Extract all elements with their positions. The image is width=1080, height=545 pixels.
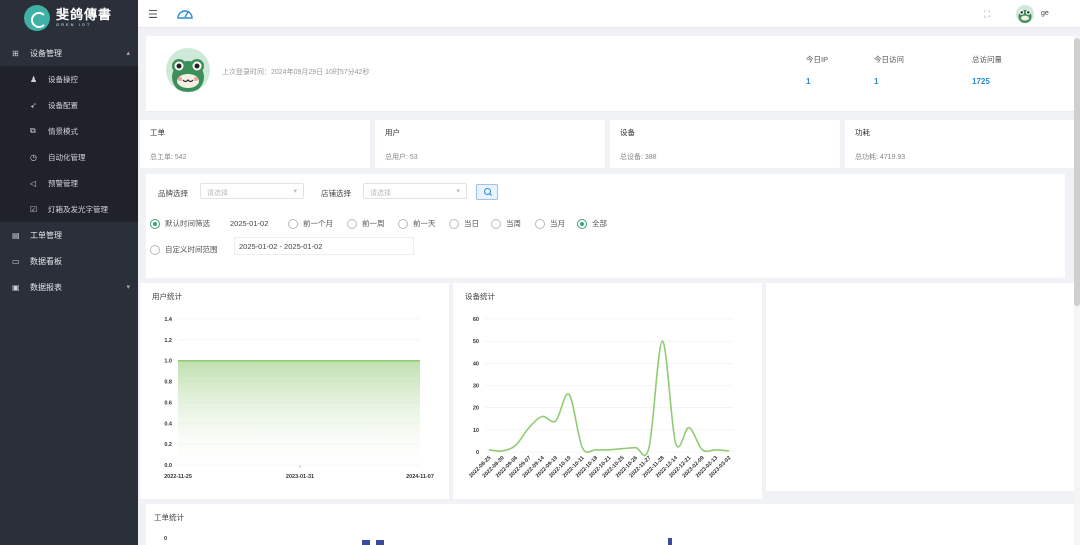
x-tick-label: 2024-11-07 xyxy=(406,474,434,480)
y-tick-label: 0 xyxy=(164,536,168,542)
chevron-down-icon: ▾ xyxy=(126,284,130,291)
y-tick-label: 40 xyxy=(473,361,479,367)
grid-icon: ⊞ xyxy=(12,48,19,58)
radio-this-week[interactable]: 当周 xyxy=(491,218,521,229)
y-tick-label: 0 xyxy=(476,450,479,456)
checkbox-icon: ☑ xyxy=(30,204,38,214)
sidebar-item-lightbox[interactable]: ☑ 灯箱及发光字管理 xyxy=(0,196,138,222)
y-tick-label: 0.8 xyxy=(164,380,172,386)
chart-title: 工单统计 xyxy=(154,513,184,522)
bar xyxy=(668,538,672,545)
sidebar-group-dashboard[interactable]: ▭ 数据看板 xyxy=(0,248,138,274)
radio-all[interactable]: 全部 xyxy=(577,218,607,229)
speaker-icon: ◁ xyxy=(30,178,37,188)
x-tick-label: 2023-01-31 xyxy=(286,474,314,480)
empty-chart-panel xyxy=(766,283,1074,491)
stat-today-visits: 今日访问 1 xyxy=(874,55,904,86)
top-navbar: ☰ ⛶ ge xyxy=(138,0,1080,28)
radio-last-day[interactable]: 前一天 xyxy=(398,218,436,229)
bell-icon: ♟ xyxy=(30,74,38,84)
sidebar-item-automation[interactable]: ◷ 自动化管理 xyxy=(0,144,138,170)
last-login-text: 上次登录时间：2024年09月29日 10时57分42秒 xyxy=(222,69,370,76)
series-area xyxy=(178,360,420,465)
y-tick-label: 0.6 xyxy=(164,400,172,406)
page-scrollbar[interactable] xyxy=(1074,36,1080,545)
chevron-up-icon: ▴ xyxy=(126,50,130,57)
y-tick-label: 20 xyxy=(473,406,479,412)
radio-last-week[interactable]: 前一周 xyxy=(347,218,385,229)
copy-icon: ⧉ xyxy=(30,126,36,135)
radio-dot xyxy=(150,244,160,255)
brand-logo[interactable]: 斐鸽傳書 GREN IOT xyxy=(0,0,138,36)
filter-panel: 品牌选择 请选择 ▾ 店铺选择 请选择 ▾ 默认时间筛选 2025-01-02 … xyxy=(146,174,1065,278)
brand-select[interactable]: 请选择 ▾ xyxy=(200,183,304,199)
logo-icon xyxy=(24,5,50,31)
y-tick-label: 1.4 xyxy=(164,317,173,323)
sidebar-group-reports[interactable]: ▣ 数据报表 ▾ xyxy=(0,274,138,300)
card-devices: 设备 总设备: 388 xyxy=(610,120,840,168)
avatar[interactable] xyxy=(1016,5,1034,23)
y-tick-label: 60 xyxy=(473,317,479,323)
user-avatar xyxy=(166,48,210,92)
y-tick-label: 0.2 xyxy=(164,442,172,448)
sidebar: 斐鸽傳書 GREN IOT ⊞ 设备管理 ▴ ♟ 设备操控 ➶ 设备配置 ⧉ 情景模式… xyxy=(0,0,138,545)
card-power: 功耗 总功耗: 4719.93 xyxy=(845,120,1075,168)
y-tick-label: 0.0 xyxy=(164,463,172,469)
radio-custom-range[interactable]: 自定义时间范围 xyxy=(150,244,218,255)
chevron-down-icon: ▾ xyxy=(456,188,460,195)
submenu-device-management: ♟ 设备操控 ➶ 设备配置 ⧉ 情景模式 ◷ 自动化管理 ◁ 预警管理 ☑ 灯箱及发光字管理 xyxy=(0,66,138,222)
y-tick-label: 10 xyxy=(473,428,479,434)
card-work-orders: 工单 总工单: 542 xyxy=(140,120,370,168)
custom-date-range-field[interactable]: 2025-01-02 - 2025-01-02 xyxy=(234,237,414,255)
user-stats-chart: 用户统计 0.0 0.2 0.4 0.6 0.8 1.0 1.2 1.4 2022-11-25 2… xyxy=(140,283,449,499)
stat-today-ip: 今日IP 1 xyxy=(806,55,829,86)
y-tick-label: 30 xyxy=(473,384,479,390)
radio-last-month[interactable]: 前一个月 xyxy=(288,218,333,229)
calendar-icon: ▤ xyxy=(12,230,20,240)
default-date-field[interactable]: 2025-01-02 xyxy=(226,214,272,232)
y-tick-label: 1.2 xyxy=(164,338,172,344)
menu-toggle-icon[interactable]: ☰ xyxy=(148,8,158,21)
scrollbar-thumb[interactable] xyxy=(1074,38,1080,306)
clock-icon: ◷ xyxy=(30,152,37,162)
x-tick-label: 2022-11-25 xyxy=(164,474,192,480)
brand-select-label: 品牌选择 xyxy=(158,189,188,198)
y-tick-label: 0.4 xyxy=(164,421,173,427)
sidebar-group-device-management[interactable]: ⊞ 设备管理 ▴ xyxy=(0,40,138,66)
fullscreen-icon[interactable]: ⛶ xyxy=(984,9,990,20)
user-stats-svg: 0.0 0.2 0.4 0.6 0.8 1.0 1.2 1.4 2022-11-25 2023-0… xyxy=(164,317,434,480)
sidebar-group-work-orders[interactable]: ▤ 工单管理 xyxy=(0,222,138,248)
sidebar-item-alerts[interactable]: ◁ 预警管理 xyxy=(0,170,138,196)
radio-dot xyxy=(150,218,160,229)
radio-default-range[interactable]: 默认时间筛选 xyxy=(150,218,210,229)
work-order-stats-chart: 工单统计 0 xyxy=(146,504,1074,545)
brand-title: 斐鸽傳書 xyxy=(56,7,113,22)
brand-subtitle: GREN IOT xyxy=(56,22,92,27)
welcome-panel: 上次登录时间：2024年09月29日 10时57分42秒 今日IP 1 今日访问… xyxy=(146,36,1074,112)
series-line xyxy=(488,340,730,457)
store-select[interactable]: 请选择 ▾ xyxy=(363,183,467,199)
sidebar-item-device-config[interactable]: ➶ 设备配置 xyxy=(0,92,138,118)
bar xyxy=(362,540,370,545)
device-stats-chart: 设备统计 0 10 20 30 40 50 60 2022-08-25 2022-08-30 20… xyxy=(453,283,762,499)
y-tick-label: 1.0 xyxy=(164,359,172,365)
stat-total-visits: 总访问量 1725 xyxy=(972,55,1002,86)
sidebar-item-device-control[interactable]: ♟ 设备操控 xyxy=(0,66,138,92)
dashboard-icon[interactable] xyxy=(176,6,194,20)
store-select-label: 店铺选择 xyxy=(321,189,351,198)
radio-this-month[interactable]: 当月 xyxy=(535,218,565,229)
report-icon: ▣ xyxy=(12,282,20,292)
y-tick-label: 50 xyxy=(473,339,479,345)
chevron-down-icon: ▾ xyxy=(293,188,297,195)
device-stats-svg: 01020304050602022-08-252022-08-302022-09… xyxy=(468,317,733,479)
card-users: 用户 总用户: 53 xyxy=(375,120,605,168)
username[interactable]: ge xyxy=(1041,10,1049,17)
rocket-icon: ➶ xyxy=(30,100,37,110)
bar xyxy=(376,540,384,545)
monitor-icon: ▭ xyxy=(12,256,20,266)
search-button[interactable] xyxy=(476,184,498,200)
sidebar-item-scene-mode[interactable]: ⧉ 情景模式 xyxy=(0,118,138,144)
radio-today[interactable]: 当日 xyxy=(449,218,479,229)
